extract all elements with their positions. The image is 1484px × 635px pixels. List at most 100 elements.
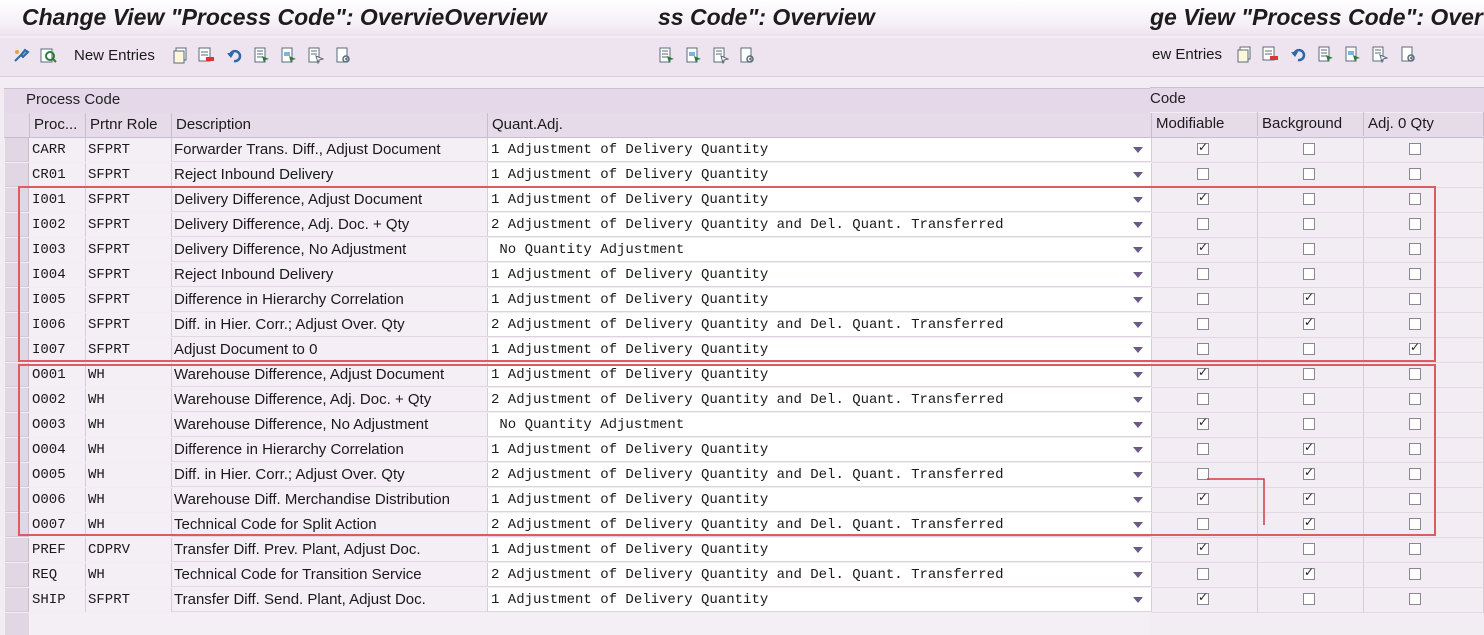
- adj-zero-qty-checkbox[interactable]: [1409, 593, 1421, 605]
- cell-partner-role[interactable]: SFPRT: [86, 163, 172, 187]
- select-all-icon[interactable]: [253, 47, 270, 64]
- row-selector[interactable]: [5, 163, 29, 187]
- select-block-icon[interactable]: [685, 47, 702, 64]
- cell-process-code[interactable]: CARR: [29, 138, 86, 162]
- dropdown-arrow-icon[interactable]: [1133, 597, 1143, 603]
- cell-adj-zero-qty: [1364, 538, 1484, 563]
- cell-description[interactable]: Forwarder Trans. Diff., Adjust Document: [172, 138, 488, 162]
- col-adj-zero-qty[interactable]: Adj. 0 Qty: [1364, 112, 1484, 136]
- config-icon[interactable]: [1400, 46, 1417, 63]
- new-entries-button-overlay[interactable]: ew Entries: [1152, 46, 1222, 63]
- row-selector[interactable]: [5, 563, 29, 587]
- col-background[interactable]: Background: [1258, 112, 1364, 136]
- row-selector[interactable]: [5, 538, 29, 562]
- customize-icon[interactable]: [13, 47, 30, 64]
- select-all-icon[interactable]: [658, 47, 675, 64]
- quant-adj-dropdown[interactable]: 1 Adjustment of Delivery Quantity: [488, 588, 1152, 612]
- undo-icon[interactable]: [226, 47, 243, 64]
- new-entries-button[interactable]: New Entries: [74, 47, 155, 64]
- dropdown-arrow-icon[interactable]: [1133, 147, 1143, 153]
- table-row: REQ WH Technical Code for Transition Servi…: [0, 563, 1484, 588]
- config-icon[interactable]: [335, 47, 352, 64]
- select-all-rows-button[interactable]: [4, 113, 30, 137]
- cell-process-code[interactable]: SHIP: [29, 588, 86, 612]
- cell-adj-zero-qty: [1364, 138, 1484, 163]
- cell-partner-role[interactable]: CDPRV: [86, 538, 172, 562]
- table-row: PREF CDPRV Transfer Diff. Prev. Plant, Adj…: [0, 538, 1484, 563]
- quant-adj-dropdown[interactable]: 1 Adjustment of Delivery Quantity: [488, 138, 1152, 162]
- background-checkbox[interactable]: [1303, 168, 1315, 180]
- annotation-line: [1207, 478, 1265, 525]
- modifiable-checkbox[interactable]: [1197, 540, 1209, 555]
- col-description[interactable]: Description: [172, 113, 488, 137]
- cell-description[interactable]: Reject Inbound Delivery: [172, 163, 488, 187]
- cell-background: [1258, 163, 1364, 188]
- row-selector-empty: [5, 613, 30, 635]
- window-title-overlay-mid: ss Code": Overview: [658, 4, 875, 30]
- modifiable-checkbox[interactable]: [1197, 168, 1209, 180]
- cell-adj-zero-qty: [1364, 563, 1484, 588]
- deselect-all-icon[interactable]: [712, 47, 729, 64]
- col-quant-adj[interactable]: Quant.Adj.: [488, 113, 1152, 137]
- cell-description[interactable]: Transfer Diff. Prev. Plant, Adjust Doc.: [172, 538, 488, 562]
- col-modifiable[interactable]: Modifiable: [1152, 112, 1258, 136]
- dropdown-arrow-icon[interactable]: [1133, 172, 1143, 178]
- cell-modifiable: [1152, 538, 1258, 563]
- quant-adj-dropdown[interactable]: 1 Adjustment of Delivery Quantity: [488, 538, 1152, 562]
- select-block-icon[interactable]: [1344, 46, 1361, 63]
- adj-zero-qty-checkbox[interactable]: [1409, 168, 1421, 180]
- background-checkbox[interactable]: [1303, 565, 1315, 580]
- cell-modifiable: [1152, 163, 1258, 188]
- select-all-icon[interactable]: [1317, 46, 1334, 63]
- col-partner-role[interactable]: Prtnr Role: [86, 113, 172, 137]
- delete-icon[interactable]: [1262, 46, 1279, 63]
- quant-adj-dropdown[interactable]: 2 Adjustment of Delivery Quantity and De…: [488, 563, 1152, 587]
- config-icon[interactable]: [739, 47, 756, 64]
- cell-adj-zero-qty: [1364, 588, 1484, 613]
- background-checkbox[interactable]: [1303, 143, 1315, 155]
- display-icon[interactable]: [1237, 46, 1254, 63]
- cell-process-code[interactable]: REQ: [29, 563, 86, 587]
- dropdown-arrow-icon[interactable]: [1133, 572, 1143, 578]
- undo-icon[interactable]: [1290, 46, 1307, 63]
- row-selector[interactable]: [5, 138, 29, 162]
- cell-background: [1258, 588, 1364, 613]
- cell-description[interactable]: Technical Code for Transition Service: [172, 563, 488, 587]
- quant-adj-value: 1 Adjustment of Delivery Quantity: [491, 542, 769, 558]
- adj-zero-qty-checkbox[interactable]: [1409, 568, 1421, 580]
- cell-process-code[interactable]: CR01: [29, 163, 86, 187]
- cell-background: [1258, 563, 1364, 588]
- cell-partner-role[interactable]: WH: [86, 563, 172, 587]
- quant-adj-value: 2 Adjustment of Delivery Quantity and De…: [491, 567, 1004, 583]
- select-block-icon[interactable]: [280, 47, 297, 64]
- cell-description[interactable]: Transfer Diff. Send. Plant, Adjust Doc.: [172, 588, 488, 612]
- table-header: Proc... Prtnr Role Description Quant.Adj…: [4, 112, 1484, 138]
- modifiable-checkbox[interactable]: [1197, 568, 1209, 580]
- deselect-all-icon[interactable]: [1371, 46, 1388, 63]
- display-icon[interactable]: [173, 47, 190, 64]
- toolbar: New Entries ew Entries: [0, 38, 1484, 77]
- background-checkbox[interactable]: [1303, 543, 1315, 555]
- modifiable-checkbox[interactable]: [1197, 140, 1209, 155]
- cell-adj-zero-qty: [1364, 163, 1484, 188]
- cell-partner-role[interactable]: SFPRT: [86, 138, 172, 162]
- row-selector[interactable]: [5, 588, 29, 612]
- table-row: CR01 SFPRT Reject Inbound Delivery 1 Adjust…: [0, 163, 1484, 188]
- highlight-box-inbound: [18, 186, 1436, 362]
- adj-zero-qty-checkbox[interactable]: [1409, 143, 1421, 155]
- table-row: SHIP SFPRT Transfer Diff. Send. Plant, Adj…: [0, 588, 1484, 613]
- table-row: CARR SFPRT Forwarder Trans. Diff., Adjust …: [0, 138, 1484, 163]
- col-process-code[interactable]: Proc...: [30, 113, 86, 137]
- delete-icon[interactable]: [198, 47, 215, 64]
- cell-process-code[interactable]: PREF: [29, 538, 86, 562]
- quant-adj-dropdown[interactable]: 1 Adjustment of Delivery Quantity: [488, 163, 1152, 187]
- cell-partner-role[interactable]: SFPRT: [86, 588, 172, 612]
- dropdown-arrow-icon[interactable]: [1133, 547, 1143, 553]
- modifiable-checkbox[interactable]: [1197, 590, 1209, 605]
- title-bar: Change View "Process Code": OvervieOverv…: [0, 0, 1484, 36]
- background-checkbox[interactable]: [1303, 593, 1315, 605]
- adj-zero-qty-checkbox[interactable]: [1409, 543, 1421, 555]
- find-icon[interactable]: [40, 47, 57, 64]
- quant-adj-value: 1 Adjustment of Delivery Quantity: [491, 142, 769, 158]
- deselect-all-icon[interactable]: [307, 47, 324, 64]
